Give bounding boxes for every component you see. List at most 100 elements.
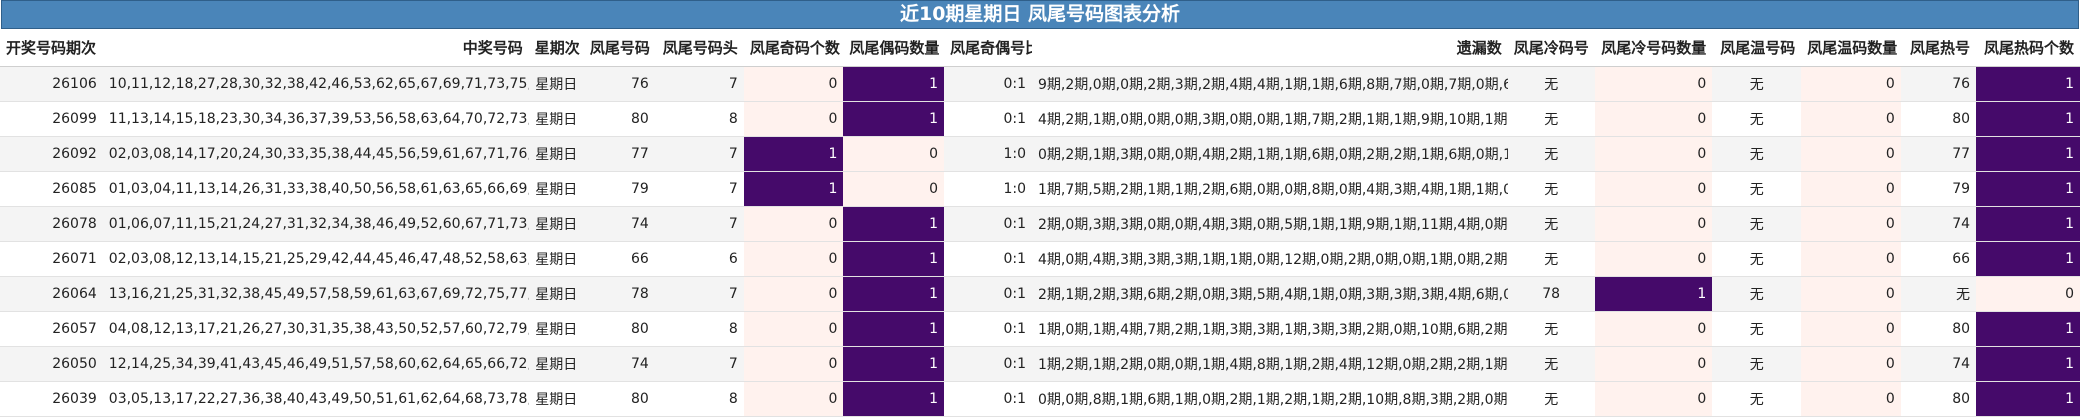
weekday-cell: 星期日: [528, 276, 584, 312]
cold-number-cell: 78: [1507, 276, 1595, 312]
table-row: 26092 02,03,08,14,17,20,24,30,33,35,38,44…: [0, 136, 2080, 172]
cold-count-cell: 0: [1594, 346, 1713, 382]
warm-count-cell: 0: [1801, 311, 1901, 347]
warm-count-cell: 0: [1801, 346, 1901, 382]
col-warm-count-header: 凤尾温码数量: [1801, 29, 1901, 67]
omission-cell: 1期,2期,1期,2期,0期,0期,1期,4期,8期,1期,2期,4期,12期,…: [1032, 346, 1508, 382]
warm-count-cell: 0: [1801, 66, 1901, 102]
table-row: 26106 10,11,12,18,27,28,30,32,38,42,46,53…: [0, 66, 2080, 102]
tail-number-cell: 74: [583, 206, 655, 242]
warm-number-cell: 无: [1712, 66, 1802, 102]
hot-count-cell: 1: [1976, 136, 2080, 172]
warm-count-cell: 0: [1801, 101, 1901, 137]
odd-count-cell: 0: [743, 346, 844, 382]
issue-cell: 26099: [0, 101, 103, 137]
winning-numbers-cell: 03,05,13,17,22,27,36,38,40,43,49,50,51,6…: [102, 381, 529, 417]
hot-number-cell: 77: [1900, 136, 1977, 172]
even-count-cell: 1: [843, 66, 945, 102]
cold-number-cell: 无: [1507, 136, 1595, 172]
tail-number-cell: 79: [583, 171, 655, 207]
hot-number-cell: 74: [1900, 346, 1977, 382]
cold-count-cell: 1: [1594, 276, 1713, 312]
cold-count-cell: 0: [1594, 171, 1713, 207]
odd-count-cell: 0: [743, 241, 844, 277]
hot-number-cell: 无: [1900, 276, 1977, 312]
winning-numbers-cell: 02,03,08,12,13,14,15,21,25,29,42,44,45,4…: [102, 241, 529, 277]
tail-number-cell: 77: [583, 136, 655, 172]
page-title: 近10期星期日 凤尾号码图表分析: [1, 0, 2079, 29]
table-row: 26050 12,14,25,34,39,41,43,45,46,49,51,57…: [0, 346, 2080, 382]
odd-count-cell: 1: [743, 136, 844, 172]
cold-count-cell: 0: [1594, 241, 1713, 277]
issue-cell: 26071: [0, 241, 103, 277]
warm-count-cell: 0: [1801, 381, 1901, 417]
cold-count-cell: 0: [1594, 136, 1713, 172]
issue-cell: 26039: [0, 381, 103, 417]
odd-even-ratio-cell: 0:1: [944, 311, 1032, 347]
col-cold-number-header: 凤尾冷码号: [1507, 29, 1595, 67]
tail-number-cell: 74: [583, 346, 655, 382]
odd-even-ratio-cell: 0:1: [944, 206, 1032, 242]
cold-number-cell: 无: [1507, 241, 1595, 277]
odd-even-ratio-cell: 0:1: [944, 241, 1032, 277]
even-count-cell: 1: [843, 311, 945, 347]
issue-cell: 26085: [0, 171, 103, 207]
issue-cell: 26057: [0, 311, 103, 347]
even-count-cell: 0: [843, 171, 945, 207]
tail-head-cell: 8: [654, 381, 744, 417]
even-count-cell: 1: [843, 381, 945, 417]
analysis-table: 开奖号码期次 中奖号码 星期次 凤尾号码 凤尾号码头 凤尾奇码个数 凤尾偶码数量 凤尾奇偶号比…: [0, 29, 2080, 417]
even-count-cell: 1: [843, 346, 945, 382]
cold-number-cell: 无: [1507, 311, 1595, 347]
col-tail-head-header: 凤尾号码头: [654, 29, 744, 67]
winning-numbers-cell: 01,03,04,11,13,14,26,31,33,38,40,50,56,5…: [102, 171, 529, 207]
winning-numbers-cell: 02,03,08,14,17,20,24,30,33,35,38,44,45,5…: [102, 136, 529, 172]
odd-even-ratio-cell: 0:1: [944, 381, 1032, 417]
hot-count-cell: 0: [1976, 276, 2080, 312]
warm-number-cell: 无: [1712, 241, 1802, 277]
tail-number-cell: 80: [583, 101, 655, 137]
table-row: 26057 04,08,12,13,17,21,26,27,30,31,35,38…: [0, 311, 2080, 347]
tail-head-cell: 6: [654, 241, 744, 277]
odd-count-cell: 0: [743, 276, 844, 312]
cold-number-cell: 无: [1507, 206, 1595, 242]
cold-count-cell: 0: [1594, 101, 1713, 137]
cold-number-cell: 无: [1507, 346, 1595, 382]
odd-even-ratio-cell: 0:1: [944, 66, 1032, 102]
table-row: 26078 01,06,07,11,15,21,24,27,31,32,34,38…: [0, 206, 2080, 242]
hot-number-cell: 80: [1900, 381, 1977, 417]
cold-number-cell: 无: [1507, 381, 1595, 417]
tail-head-cell: 7: [654, 66, 744, 102]
winning-numbers-cell: 01,06,07,11,15,21,24,27,31,32,34,38,46,4…: [102, 206, 529, 242]
odd-even-ratio-cell: 1:0: [944, 136, 1032, 172]
tail-head-cell: 7: [654, 276, 744, 312]
tail-head-cell: 7: [654, 171, 744, 207]
col-issue-header: 开奖号码期次: [0, 29, 103, 67]
omission-cell: 2期,1期,2期,3期,6期,2期,0期,3期,5期,4期,1期,0期,3期,3…: [1032, 276, 1508, 312]
weekday-cell: 星期日: [528, 311, 584, 347]
hot-number-cell: 80: [1900, 311, 1977, 347]
table-row: 26064 13,16,21,25,31,32,38,45,49,57,58,59…: [0, 276, 2080, 312]
hot-count-cell: 1: [1976, 241, 2080, 277]
weekday-cell: 星期日: [528, 101, 584, 137]
cold-count-cell: 0: [1594, 311, 1713, 347]
warm-number-cell: 无: [1712, 101, 1802, 137]
cold-count-cell: 0: [1594, 66, 1713, 102]
page: 近10期星期日 凤尾号码图表分析 开奖号码期次 中奖号码 星期次 凤尾号码 凤尾号码头凤…: [0, 0, 2080, 417]
tail-number-cell: 78: [583, 276, 655, 312]
issue-cell: 26064: [0, 276, 103, 312]
tail-head-cell: 7: [654, 346, 744, 382]
tail-head-cell: 8: [654, 311, 744, 347]
weekday-cell: 星期日: [528, 136, 584, 172]
odd-count-cell: 0: [743, 101, 844, 137]
hot-number-cell: 79: [1900, 171, 1977, 207]
hot-count-cell: 1: [1976, 66, 2080, 102]
odd-count-cell: 0: [743, 381, 844, 417]
tail-number-cell: 66: [583, 241, 655, 277]
odd-count-cell: 0: [743, 66, 844, 102]
omission-cell: 0期,2期,1期,3期,0期,0期,4期,2期,1期,1期,6期,0期,2期,2…: [1032, 136, 1508, 172]
issue-cell: 26092: [0, 136, 103, 172]
issue-cell: 26078: [0, 206, 103, 242]
weekday-cell: 星期日: [528, 381, 584, 417]
odd-even-ratio-cell: 1:0: [944, 171, 1032, 207]
